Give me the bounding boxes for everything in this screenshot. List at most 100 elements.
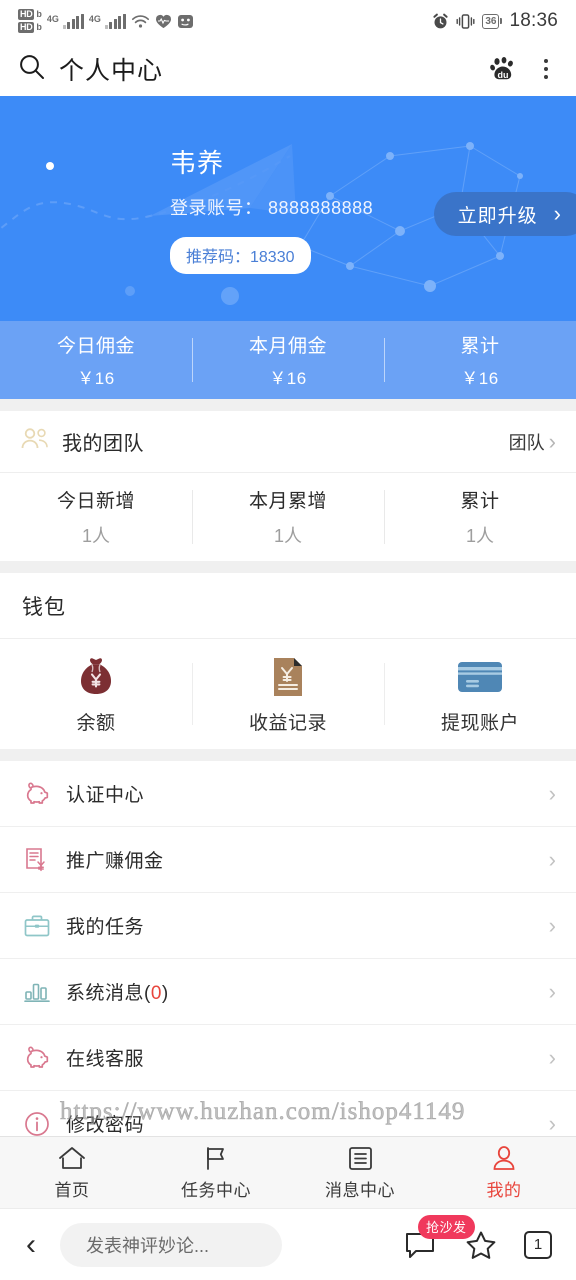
page-title: 个人中心: [59, 57, 164, 85]
comment-placeholder: 发表神评妙论...: [86, 1235, 210, 1256]
menu-item-certification[interactable]: 认证中心 ›: [0, 761, 576, 827]
browser-nav-bar: ‹ 发表神评妙论... 抢沙发 1: [0, 1208, 576, 1280]
menu-item-label-text: 系统消息(: [66, 983, 151, 1004]
profile-hero: 韦养 登录账号： 8888888888 推荐码：18330 立即升级 ›: [0, 96, 576, 321]
wallet-item-label: 收益记录: [248, 712, 327, 734]
wallet-item-withdraw[interactable]: 提现账户: [384, 654, 576, 735]
battery-level: 36: [482, 13, 500, 29]
hd-label-1: HD: [18, 9, 35, 20]
team-stat-total[interactable]: 累计 1人: [384, 486, 576, 548]
tab-message-center[interactable]: 消息中心: [288, 1145, 432, 1201]
team-stat-value: 1人: [81, 526, 110, 546]
commission-cell-today[interactable]: 今日佣金 ￥16: [0, 331, 192, 389]
commission-label: 累计: [460, 336, 500, 357]
bank-card-icon: [384, 654, 576, 700]
document-yen-icon: [20, 846, 54, 874]
sim-label-1: b: [36, 9, 42, 19]
status-bar: HD b HD b 4G 4G 36 18:36: [0, 0, 576, 42]
team-header[interactable]: 我的团队 团队 ›: [0, 411, 576, 473]
chevron-right-icon: ›: [548, 1044, 556, 1070]
flag-icon: [144, 1145, 288, 1173]
home-icon: [0, 1145, 144, 1173]
hd-label-2: HD: [18, 22, 35, 33]
network-type-1: 4G: [46, 13, 59, 24]
signal-bars-icon-1: [62, 13, 84, 29]
bottom-tab-bar: 首页 任务中心 消息中心 我的: [0, 1136, 576, 1208]
menu-item-label: 推广赚佣金: [66, 851, 164, 872]
tab-count-label: 1: [524, 1230, 552, 1259]
commission-label: 今日佣金: [56, 336, 135, 357]
money-bag-icon: [0, 654, 192, 700]
piggy-bank-icon: [20, 781, 54, 807]
menu-item-label: 认证中心: [66, 785, 145, 806]
commission-cell-month[interactable]: 本月佣金 ￥16: [192, 331, 384, 389]
section-gap: [0, 399, 576, 411]
tab-mine[interactable]: 我的: [432, 1145, 576, 1201]
team-stat-label: 累计: [460, 491, 500, 512]
tab-label: 任务中心: [181, 1180, 251, 1200]
app-icon: [177, 14, 194, 29]
sim-label-2: b: [36, 22, 42, 32]
upgrade-button-label: 立即升级: [457, 205, 538, 227]
wallet-item-earnings[interactable]: 收益记录: [192, 654, 384, 735]
commission-cell-total[interactable]: 累计 ￥16: [384, 331, 576, 389]
status-bar-left: HD b HD b 4G 4G: [18, 9, 194, 33]
upgrade-button[interactable]: 立即升级 ›: [433, 192, 576, 236]
briefcase-icon: [20, 913, 54, 939]
tab-task-center[interactable]: 任务中心: [144, 1145, 288, 1201]
section-gap: [0, 749, 576, 761]
wallet-title: 钱包: [0, 573, 576, 639]
team-stat-value: 1人: [465, 526, 494, 546]
kebab-menu-icon[interactable]: [534, 55, 558, 83]
star-icon[interactable]: [460, 1229, 502, 1261]
section-gap: [0, 561, 576, 573]
title-bar: 个人中心 du: [0, 42, 576, 96]
search-icon[interactable]: [18, 53, 45, 85]
chevron-right-icon: ›: [548, 978, 556, 1004]
network-type-2: 4G: [88, 13, 101, 24]
hero-info: 韦养 登录账号： 8888888888 推荐码：18330: [170, 143, 373, 274]
wallet-item-label: 提现账户: [440, 712, 519, 734]
menu-item-promotion[interactable]: 推广赚佣金 ›: [0, 827, 576, 893]
alarm-icon: [432, 13, 449, 30]
wallet-item-balance[interactable]: 余额: [0, 654, 192, 735]
bar-chart-icon: [20, 979, 54, 1005]
hd-indicator-stack: HD b HD b: [18, 9, 42, 33]
vibrate-icon: [456, 13, 475, 30]
person-icon: [432, 1145, 576, 1173]
battery-cap: [500, 18, 503, 24]
chevron-right-icon: ›: [548, 428, 556, 454]
chevron-right-icon: ›: [548, 846, 556, 872]
team-card: 我的团队 团队 › 今日新增 1人 本月累增 1人 累计 1人: [0, 411, 576, 561]
tab-label: 首页: [54, 1180, 90, 1200]
info-circle-icon: [20, 1110, 54, 1138]
chevron-right-icon: ›: [548, 912, 556, 938]
signal-indicator-1: 4G: [46, 13, 84, 29]
menu-item-label: 修改密码: [66, 1115, 145, 1136]
back-chevron-icon[interactable]: ‹: [20, 1228, 42, 1262]
menu-item-tasks[interactable]: 我的任务 ›: [0, 893, 576, 959]
commission-value: ￥16: [269, 369, 307, 388]
menu-item-label: 我的任务: [66, 917, 145, 938]
team-stats: 今日新增 1人 本月累增 1人 累计 1人: [0, 473, 576, 561]
menu-item-online-support[interactable]: 在线客服 ›: [0, 1025, 576, 1091]
chevron-right-icon: ›: [548, 780, 556, 806]
commission-value: ￥16: [461, 369, 499, 388]
team-title: 我的团队: [62, 433, 144, 455]
wallet-grid: 余额 收益记录 提现账户: [0, 639, 576, 749]
tab-home[interactable]: 首页: [0, 1145, 144, 1201]
list-icon: [288, 1145, 432, 1173]
team-link[interactable]: 团队 ›: [509, 429, 556, 455]
tab-label: 消息中心: [325, 1180, 395, 1200]
comment-input[interactable]: 发表神评妙论...: [60, 1222, 282, 1267]
comment-bubble-icon[interactable]: 抢沙发: [400, 1214, 475, 1261]
baidu-paw-icon[interactable]: du: [486, 52, 520, 86]
team-stat-month[interactable]: 本月累增 1人: [192, 486, 384, 548]
battery-indicator: 36: [482, 13, 503, 29]
menu-item-system-messages[interactable]: 系统消息(0) ›: [0, 959, 576, 1025]
team-stat-today[interactable]: 今日新增 1人: [0, 486, 192, 548]
menu-item-label: 系统消息(0): [66, 978, 169, 1005]
tab-count-button[interactable]: 1: [520, 1230, 556, 1259]
tab-label: 我的: [486, 1180, 522, 1200]
clock: 18:36: [509, 10, 558, 31]
